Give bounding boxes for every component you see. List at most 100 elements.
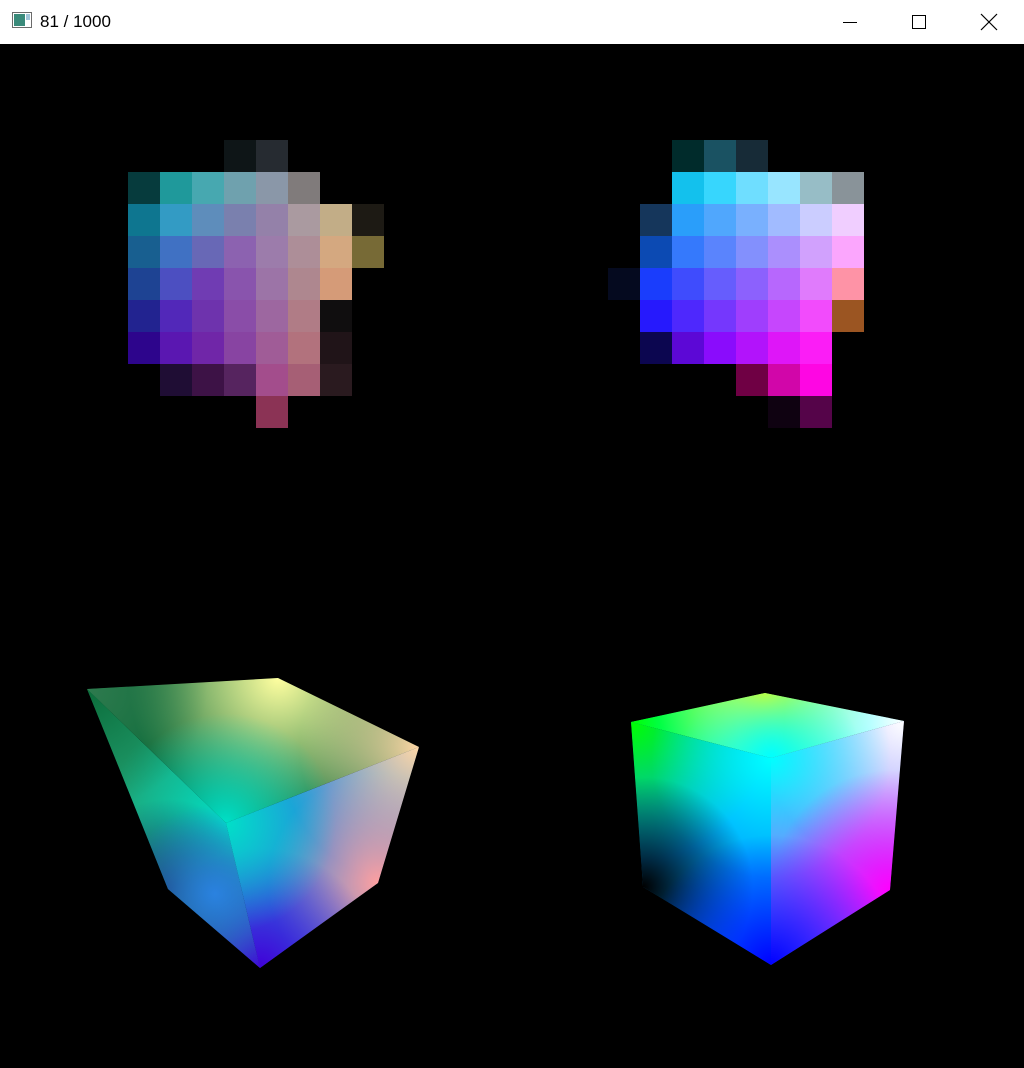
palette-cell: [800, 204, 832, 236]
palette-cell: [704, 140, 736, 172]
palette-cell: [224, 140, 256, 172]
palette-cell: [640, 268, 672, 300]
palette-cell: [160, 172, 192, 204]
palette-cell: [736, 140, 768, 172]
palette-cell: [768, 204, 800, 236]
palette-cell: [800, 172, 832, 204]
palette-cell: [736, 268, 768, 300]
palette-cell: [192, 364, 224, 396]
palette-cell: [736, 332, 768, 364]
palette-cell: [800, 332, 832, 364]
palette-cell: [352, 204, 384, 236]
palette-cell: [320, 268, 352, 300]
palette-cell: [320, 300, 352, 332]
palette-cell: [160, 332, 192, 364]
palette-cell: [288, 300, 320, 332]
palette-cell: [768, 332, 800, 364]
palette-cell: [224, 300, 256, 332]
palette-cell: [768, 236, 800, 268]
palette-cell: [192, 236, 224, 268]
palette-cell: [832, 204, 864, 236]
palette-cell: [320, 364, 352, 396]
palette-cell: [320, 236, 352, 268]
palette-cell: [128, 268, 160, 300]
palette-cell: [672, 236, 704, 268]
palette-cell: [736, 364, 768, 396]
palette-cell: [608, 268, 640, 300]
palette-cell: [704, 268, 736, 300]
palette-cell: [128, 172, 160, 204]
palette-cell: [192, 204, 224, 236]
palette-cell: [256, 300, 288, 332]
palette-cell: [224, 172, 256, 204]
palette-grid-right: [608, 140, 864, 428]
palette-cell: [704, 204, 736, 236]
palette-cell: [736, 204, 768, 236]
palette-cell: [128, 332, 160, 364]
palette-cell: [672, 332, 704, 364]
palette-cell: [832, 172, 864, 204]
palette-cell: [256, 140, 288, 172]
palette-cell: [736, 300, 768, 332]
palette-cell: [160, 268, 192, 300]
palette-cell: [768, 172, 800, 204]
palette-cell: [352, 236, 384, 268]
palette-cell: [704, 236, 736, 268]
palette-cell: [160, 204, 192, 236]
palette-cell: [288, 332, 320, 364]
palette-cell: [288, 172, 320, 204]
palette-cell: [640, 332, 672, 364]
palette-cell: [288, 236, 320, 268]
palette-cell: [128, 300, 160, 332]
palette-cell: [672, 300, 704, 332]
palette-cell: [128, 204, 160, 236]
palette-cell: [288, 364, 320, 396]
palette-cell: [704, 300, 736, 332]
palette-cell: [160, 364, 192, 396]
palette-cell: [128, 236, 160, 268]
palette-cell: [800, 236, 832, 268]
palette-cell: [640, 300, 672, 332]
palette-cell: [288, 204, 320, 236]
palette-cell: [256, 172, 288, 204]
palette-cell: [768, 300, 800, 332]
palette-cell: [832, 236, 864, 268]
palette-cell: [256, 332, 288, 364]
palette-cell: [832, 300, 864, 332]
title-bar[interactable]: 81 / 1000: [0, 0, 1024, 44]
palette-cell: [800, 268, 832, 300]
palette-cell: [672, 172, 704, 204]
palette-cell: [800, 364, 832, 396]
scene-canvas: [87, 140, 904, 968]
palette-cell: [224, 364, 256, 396]
palette-cell: [192, 300, 224, 332]
palette-cell: [224, 236, 256, 268]
palette-cell: [768, 396, 800, 428]
palette-cell: [160, 300, 192, 332]
palette-cell: [256, 204, 288, 236]
minimize-button[interactable]: [816, 0, 884, 44]
palette-cell: [832, 268, 864, 300]
palette-cell: [256, 396, 288, 428]
maximize-button[interactable]: [885, 0, 953, 44]
minimize-icon: [843, 22, 857, 23]
palette-cell: [704, 172, 736, 204]
palette-cell: [672, 204, 704, 236]
palette-cell: [320, 332, 352, 364]
palette-cell: [160, 236, 192, 268]
palette-cell: [736, 172, 768, 204]
palette-cell: [672, 140, 704, 172]
close-icon: [980, 13, 998, 31]
close-button[interactable]: [955, 0, 1023, 44]
palette-cell: [736, 236, 768, 268]
rgb-cube-left: [87, 678, 419, 968]
palette-cell: [256, 364, 288, 396]
palette-cell: [256, 268, 288, 300]
maximize-icon: [912, 15, 926, 29]
palette-cell: [800, 396, 832, 428]
palette-cell: [800, 300, 832, 332]
palette-cell: [768, 268, 800, 300]
palette-cell: [224, 332, 256, 364]
render-viewport[interactable]: [0, 44, 1024, 1068]
palette-cell: [704, 332, 736, 364]
